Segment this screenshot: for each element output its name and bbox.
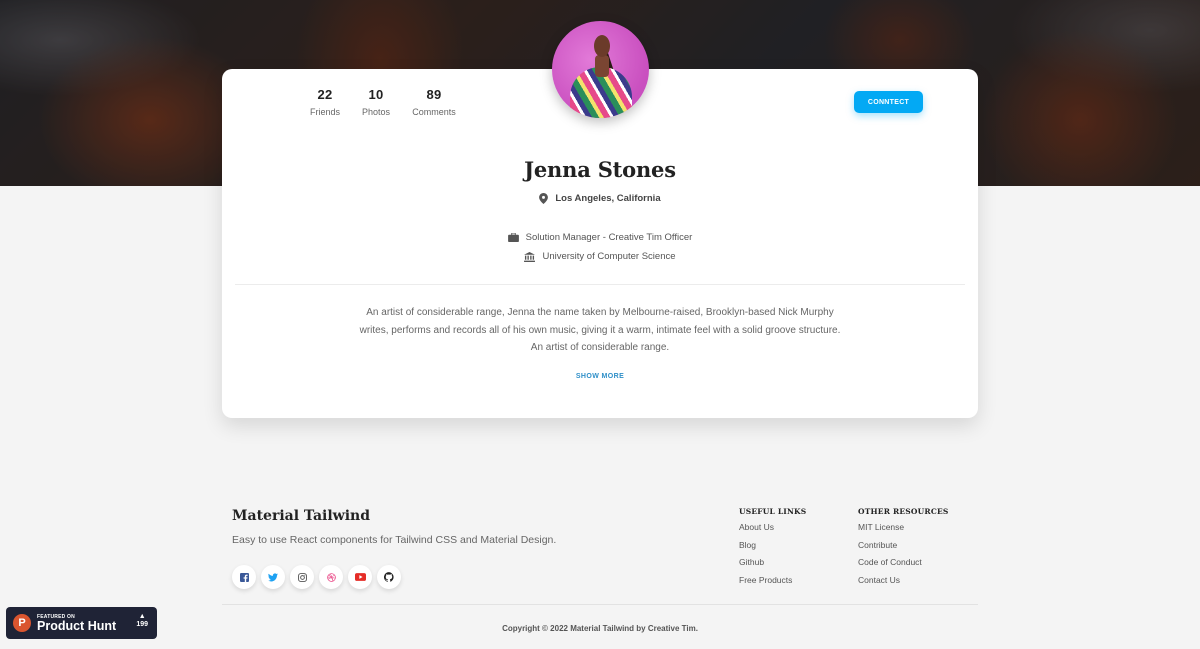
profile-name: Jenna Stones	[524, 157, 676, 182]
github-icon	[384, 572, 394, 582]
product-hunt-title: Product Hunt	[37, 618, 117, 633]
profile-bio: An artist of considerable range, Jenna t…	[320, 304, 880, 357]
youtube-button[interactable]	[348, 565, 372, 589]
footer-tagline: Easy to use React components for Tailwin…	[232, 534, 557, 546]
profile-card	[222, 69, 978, 418]
card-divider	[235, 284, 965, 285]
footer-link-contribute[interactable]: Contribute	[858, 540, 949, 550]
map-pin-icon	[539, 193, 549, 204]
connect-button[interactable]: CONNTECT	[854, 91, 923, 113]
stat-value: 89	[426, 87, 442, 102]
show-more-link[interactable]: SHOW MORE	[0, 373, 1200, 380]
instagram-button[interactable]	[290, 565, 314, 589]
dribbble-icon	[326, 572, 336, 582]
vote-count: 199	[136, 621, 148, 628]
bio-line: An artist of considerable range, Jenna t…	[366, 307, 834, 318]
product-hunt-badge[interactable]: P FEATURED ON Product Hunt ▲ 199	[6, 607, 157, 639]
profile-education: University of Computer Science	[0, 251, 1200, 262]
footer-link-github[interactable]: Github	[739, 557, 806, 567]
job-text: Solution Manager - Creative Tim Officer	[525, 232, 693, 243]
useful-links-title: USEFUL LINKS	[739, 507, 807, 516]
location-text: Los Angeles, California	[555, 193, 661, 204]
useful-links: USEFUL LINKS About Us Blog Github Free P…	[739, 507, 806, 592]
facebook-button[interactable]	[232, 565, 256, 589]
social-links	[232, 565, 401, 589]
copyright-text: Copyright © 2022 Material Tailwind by Cr…	[502, 624, 698, 633]
education-text: University of Computer Science	[542, 251, 676, 262]
facebook-icon	[239, 572, 249, 582]
instagram-icon	[297, 572, 307, 582]
bio-line: writes, performs and records all of his …	[359, 324, 841, 336]
footer-link-blog[interactable]: Blog	[739, 540, 806, 550]
youtube-icon	[354, 573, 366, 581]
other-resources-title: OTHER RESOURCES	[858, 507, 949, 516]
upvote-icon: ▲	[138, 613, 146, 620]
github-button[interactable]	[377, 565, 401, 589]
briefcase-icon	[507, 233, 519, 242]
dribbble-button[interactable]	[319, 565, 343, 589]
stat-label: Comments	[412, 107, 456, 117]
footer-link-mit-license[interactable]: MIT License	[858, 522, 949, 532]
profile-avatar	[552, 21, 649, 118]
footer-brand: Material Tailwind	[232, 508, 371, 524]
bio-line: An artist of considerable range.	[530, 342, 670, 353]
product-hunt-votes: ▲ 199	[136, 612, 148, 628]
footer-link-free-products[interactable]: Free Products	[739, 575, 806, 585]
university-icon	[524, 251, 536, 262]
footer-link-code-of-conduct[interactable]: Code of Conduct	[858, 557, 949, 567]
twitter-icon	[268, 572, 278, 581]
other-resources: OTHER RESOURCES MIT License Contribute C…	[858, 507, 949, 592]
stat-comments: 89 Comments	[399, 87, 469, 117]
footer-link-about-us[interactable]: About Us	[739, 522, 806, 532]
twitter-button[interactable]	[261, 565, 285, 589]
profile-location: Los Angeles, California	[0, 193, 1200, 204]
profile-job: Solution Manager - Creative Tim Officer	[0, 232, 1200, 243]
footer-divider	[222, 604, 978, 605]
footer-link-contact-us[interactable]: Contact Us	[858, 575, 949, 585]
product-hunt-logo-icon: P	[13, 614, 31, 632]
